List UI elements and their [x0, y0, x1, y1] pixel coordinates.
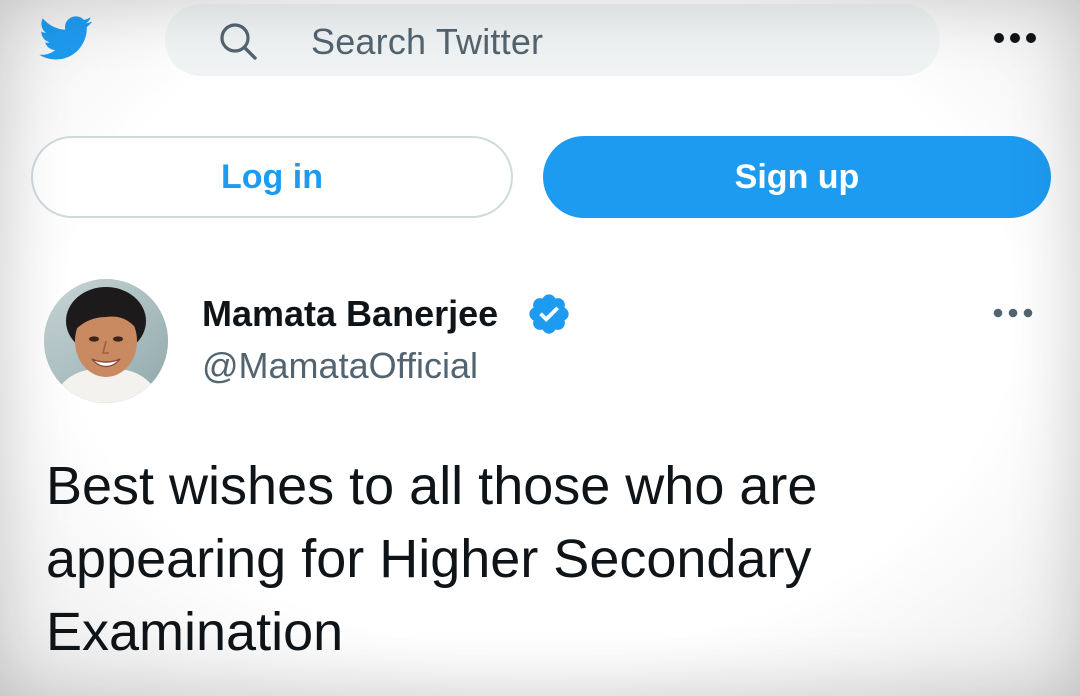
tweet-more-icon[interactable] — [992, 306, 1034, 320]
verified-badge-icon — [529, 294, 569, 334]
twitter-bird-icon[interactable] — [32, 10, 98, 66]
more-horizontal-icon[interactable] — [992, 30, 1038, 46]
login-button[interactable]: Log in — [31, 136, 513, 218]
avatar-photo — [44, 279, 168, 403]
avatar[interactable] — [44, 279, 168, 403]
search-icon — [220, 23, 257, 60]
tweet-text: Best wishes to all those who are appeari… — [46, 456, 818, 662]
search-input[interactable]: Search Twitter — [311, 21, 543, 63]
tweet-page: Search Twitter Log in Sign up Mamata Ban… — [0, 0, 1080, 696]
author-name[interactable]: Mamata Banerjee — [202, 293, 498, 335]
signup-button[interactable]: Sign up — [543, 136, 1051, 218]
search-bar[interactable]: Search Twitter — [165, 4, 940, 76]
author-handle[interactable]: @MamataOfficial — [202, 345, 478, 387]
